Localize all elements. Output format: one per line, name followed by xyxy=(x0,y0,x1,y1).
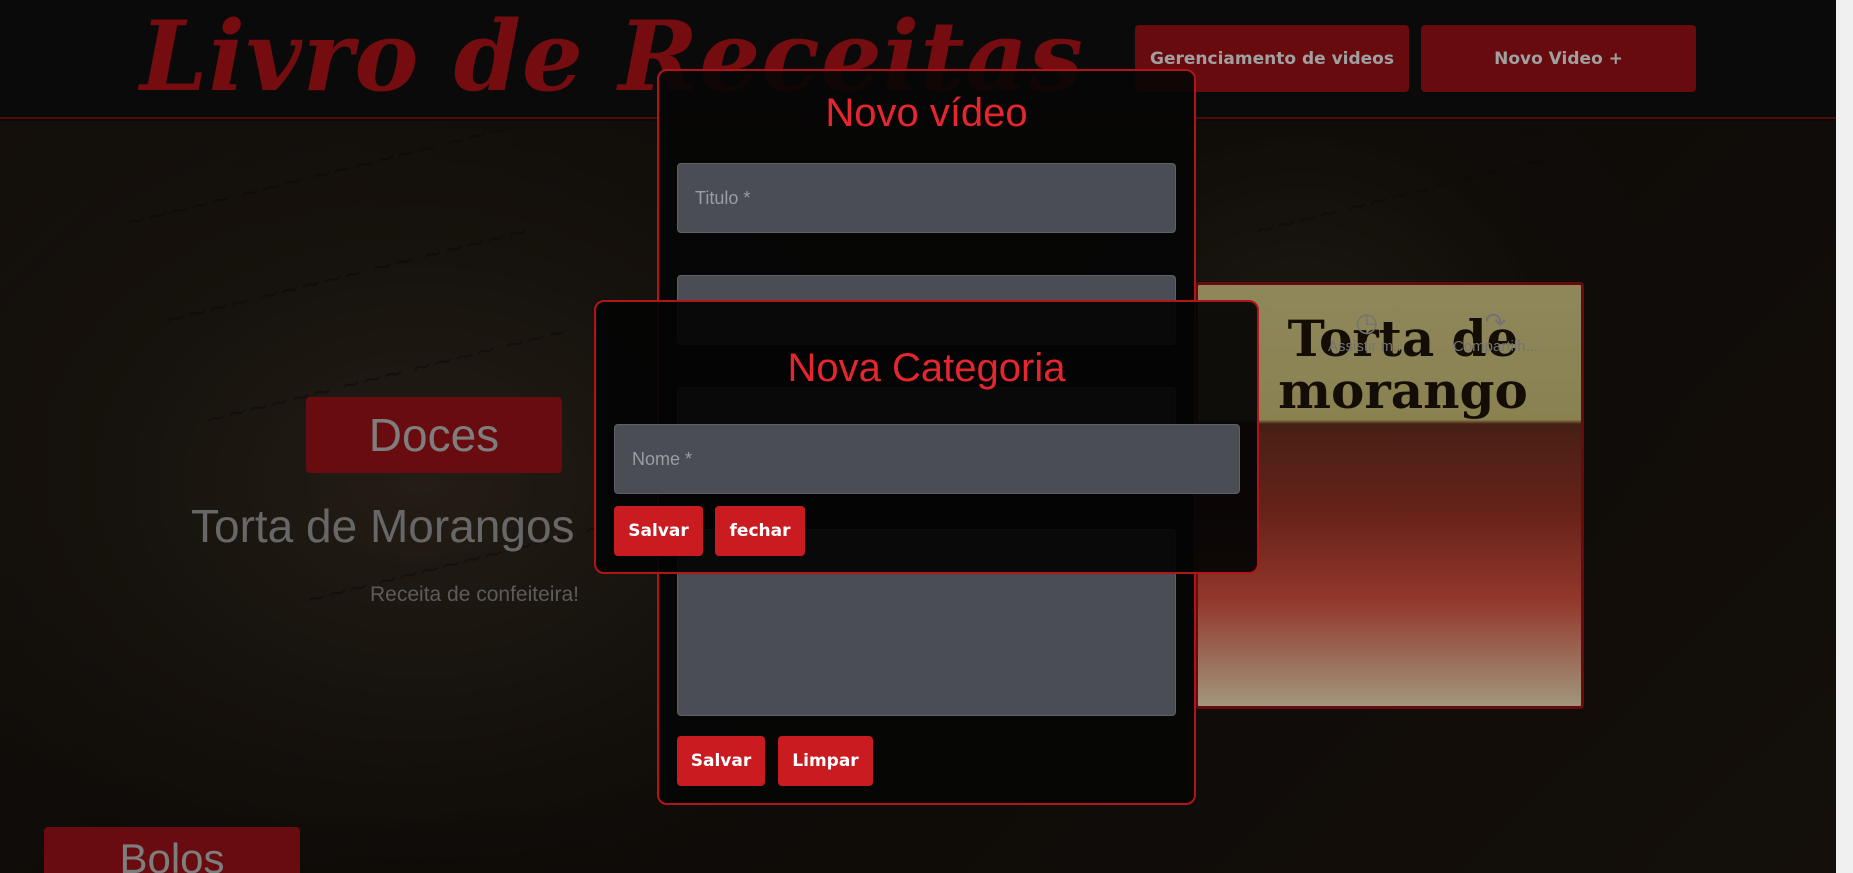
page-scrollbar[interactable] xyxy=(1836,0,1853,873)
new-category-modal: Nova Categoria Nome * Salvar fechar xyxy=(594,300,1259,574)
save-category-button[interactable]: Salvar xyxy=(614,506,703,556)
new-video-modal-title: Novo vídeo xyxy=(825,91,1028,135)
close-category-button[interactable]: fechar xyxy=(715,506,805,556)
save-video-button[interactable]: Salvar xyxy=(677,736,765,786)
category-name-input[interactable]: Nome * xyxy=(614,424,1240,494)
clear-form-button[interactable]: Limpar xyxy=(778,736,873,786)
new-category-modal-title: Nova Categoria xyxy=(787,346,1066,390)
video-title-input[interactable]: Titulo * xyxy=(677,163,1176,233)
